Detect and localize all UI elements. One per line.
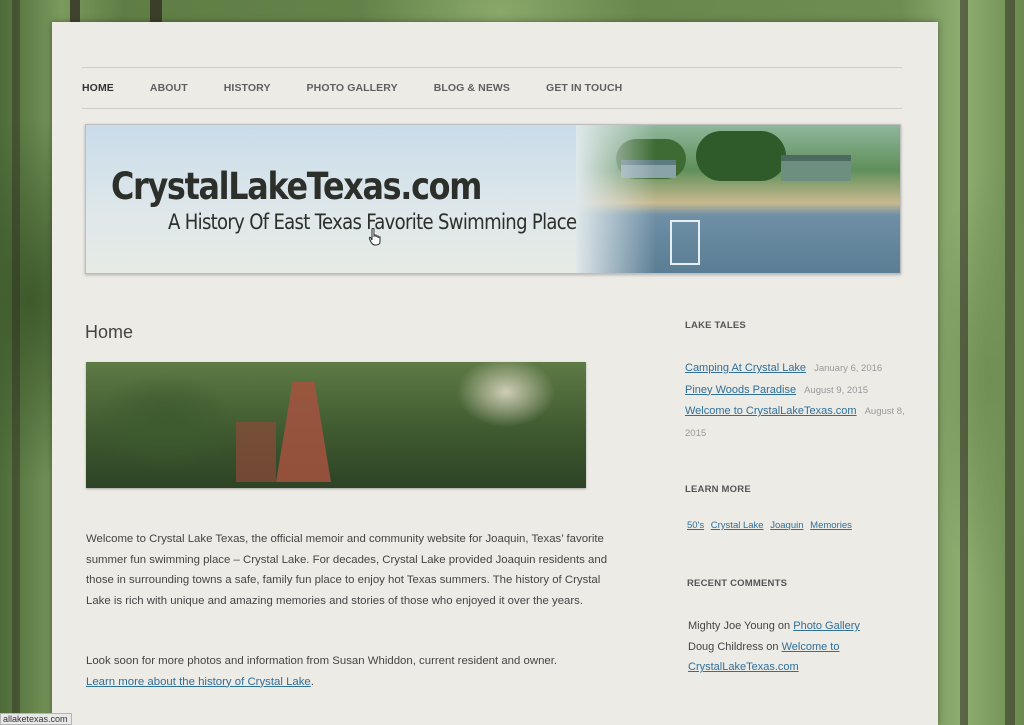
intro-paragraph: Welcome to Crystal Lake Texas, the offic…: [86, 533, 608, 607]
browser-status-bar: allaketexas.com: [0, 713, 72, 725]
update-paragraph: Look soon for more photos and informatio…: [86, 651, 626, 692]
list-item: Camping At Crystal Lake January 6, 2016: [685, 358, 915, 380]
main-nav: HOME ABOUT HISTORY PHOTO GALLERY BLOG & …: [82, 67, 902, 109]
nav-history[interactable]: HISTORY: [224, 82, 271, 94]
nav-get-in-touch[interactable]: GET IN TOUCH: [546, 82, 622, 94]
lake-photo: [576, 125, 900, 273]
lake-tales-list: Camping At Crystal Lake January 6, 2016 P…: [685, 358, 915, 444]
header-banner[interactable]: CrystalLakeTexas.com A History Of East T…: [85, 124, 901, 274]
site-title[interactable]: CrystalLakeTexas.com: [111, 165, 482, 208]
nav-blog-news[interactable]: BLOG & NEWS: [434, 82, 510, 94]
tag-link[interactable]: 50's: [687, 520, 704, 531]
comment-on: on: [766, 640, 779, 653]
tree-trunk: [1005, 0, 1015, 725]
post-link[interactable]: Welcome to CrystalLakeTexas.com: [685, 405, 857, 417]
post-link[interactable]: Camping At Crystal Lake: [685, 362, 806, 374]
list-item: Doug Childress on Welcome to CrystalLake…: [688, 637, 918, 678]
comment-post-link[interactable]: Photo Gallery: [793, 620, 860, 632]
update-text: Look soon for more photos and informatio…: [86, 655, 558, 667]
page-title: Home: [85, 322, 134, 342]
lake-tales-title: LAKE TALES: [685, 320, 746, 331]
comment-on: on: [777, 620, 791, 632]
list-item: Piney Woods Paradise August 9, 2015: [685, 380, 915, 402]
tree-trunk: [12, 0, 20, 725]
hand-cursor-icon: [369, 228, 381, 246]
recent-comments-title: RECENT COMMENTS: [687, 578, 788, 589]
page-container: HOME ABOUT HISTORY PHOTO GALLERY BLOG & …: [52, 22, 938, 725]
post-link[interactable]: Piney Woods Paradise: [685, 384, 796, 396]
learn-more-title: LEARN MORE: [685, 484, 751, 495]
tag-cloud: 50's Crystal Lake Joaquin Memories: [687, 520, 917, 531]
list-item: Mighty Joe Young on Photo Gallery: [688, 616, 918, 637]
tag-link[interactable]: Memories: [810, 520, 852, 531]
tree-trunk: [960, 0, 968, 725]
comment-author: Mighty Joe Young: [688, 620, 775, 632]
nav-home[interactable]: HOME: [82, 82, 114, 94]
featured-photo: [86, 362, 586, 488]
nav-about[interactable]: ABOUT: [150, 82, 188, 94]
nav-photo-gallery[interactable]: PHOTO GALLERY: [307, 82, 398, 94]
list-item: Welcome to CrystalLakeTexas.com August 8,…: [685, 401, 915, 444]
period: .: [310, 675, 314, 688]
post-date: January 6, 2016: [814, 363, 883, 374]
tag-link[interactable]: Crystal Lake: [711, 520, 764, 531]
history-link[interactable]: Learn more about the history of Crystal …: [86, 676, 311, 688]
comment-author: Doug Childress: [688, 640, 764, 653]
recent-comments-list: Mighty Joe Young on Photo Gallery Doug C…: [688, 616, 918, 678]
post-date: August 9, 2015: [804, 384, 869, 396]
tag-link[interactable]: Joaquin: [770, 520, 803, 531]
